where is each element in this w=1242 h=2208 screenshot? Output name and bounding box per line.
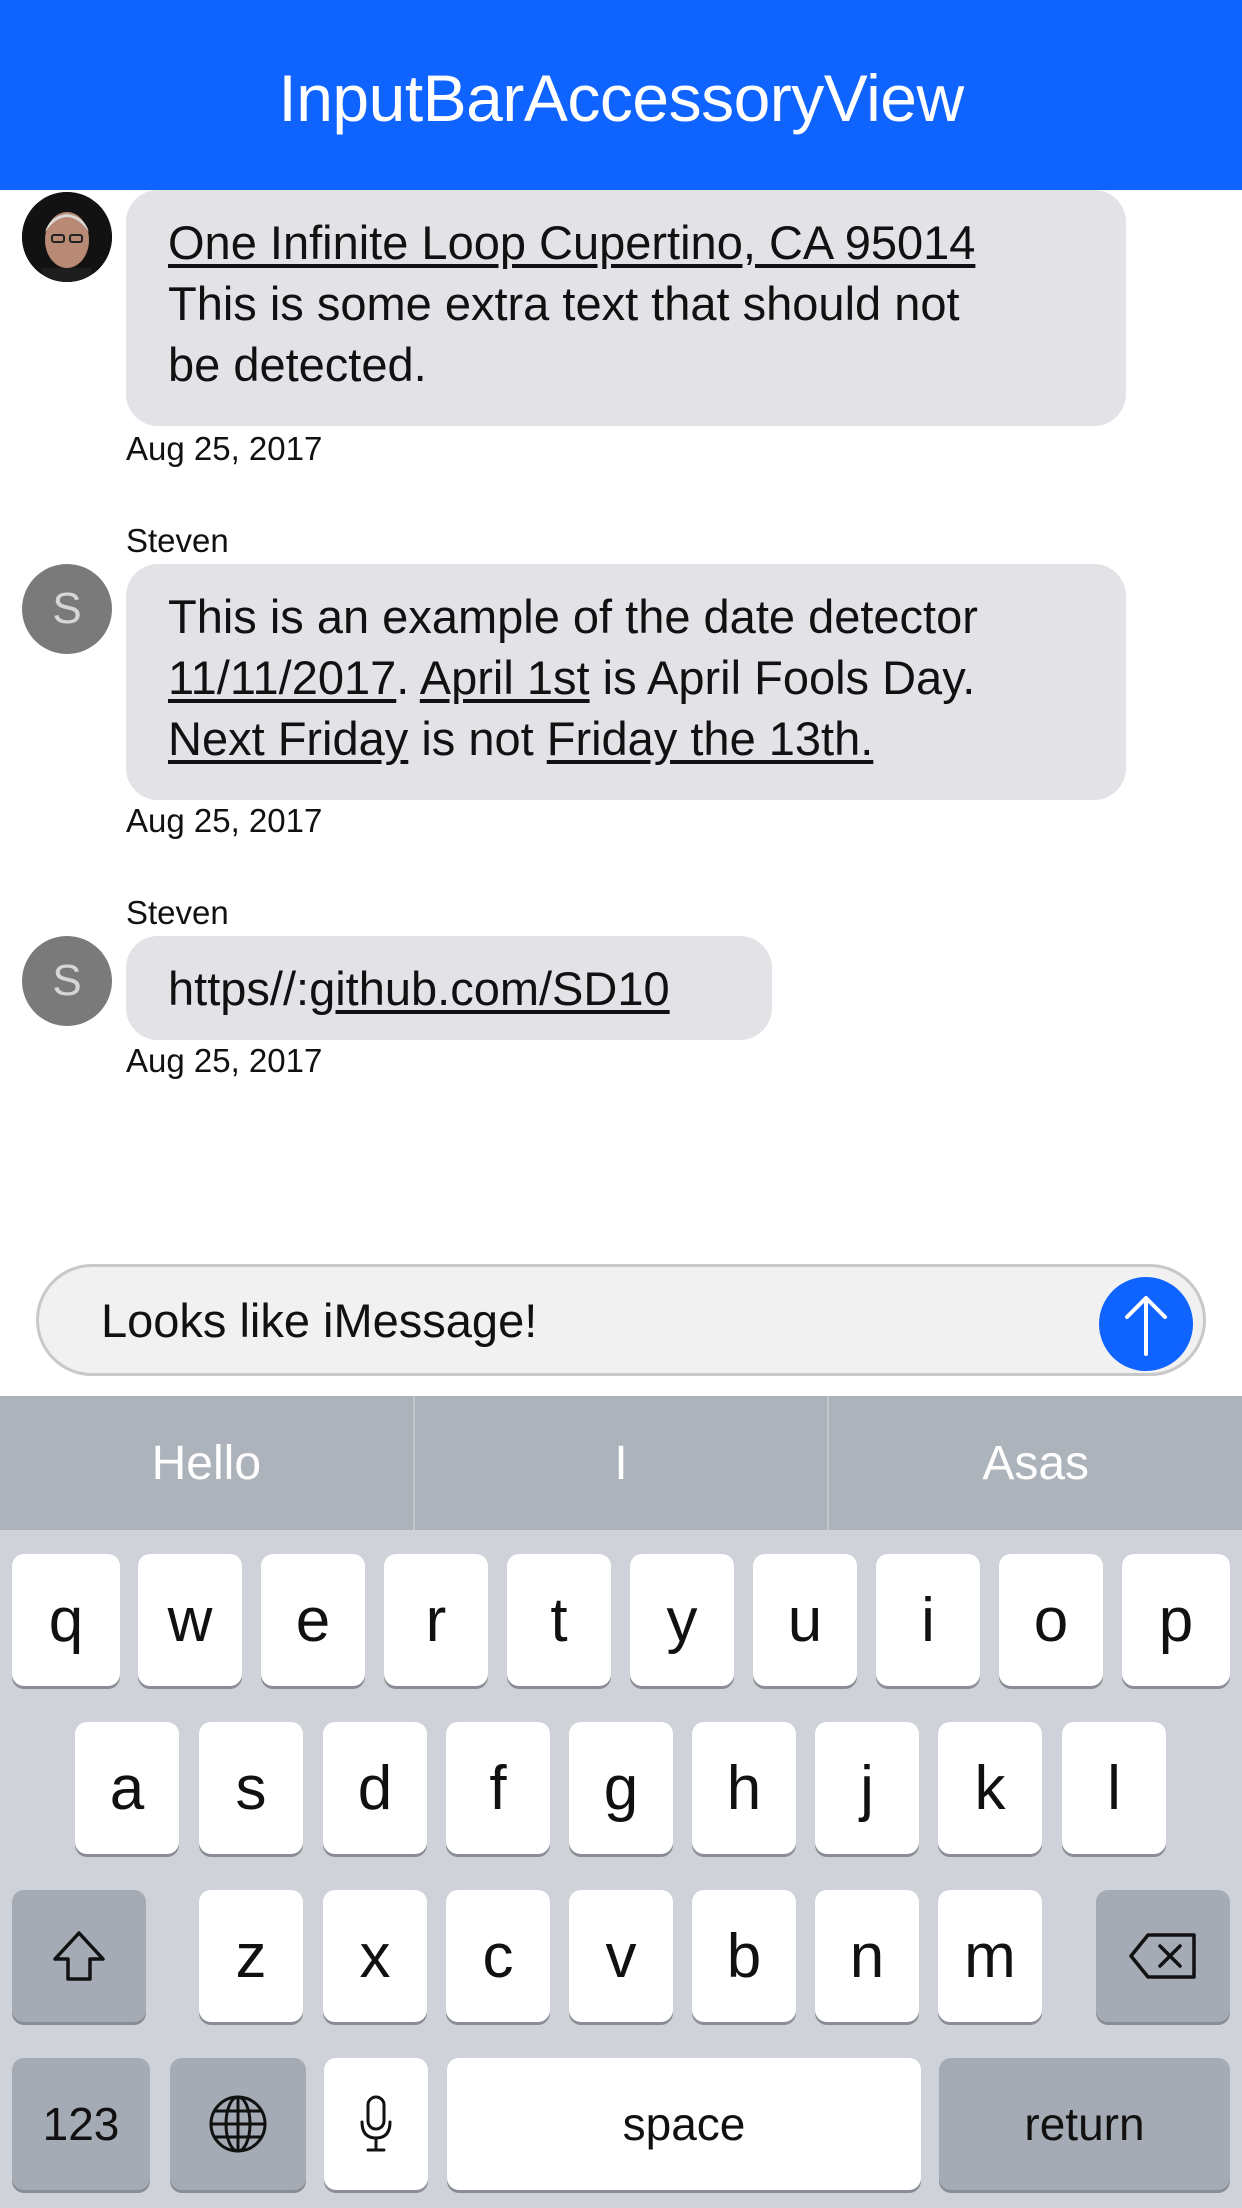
key[interactable]: o bbox=[999, 1554, 1103, 1686]
send-button[interactable] bbox=[1099, 1277, 1193, 1371]
text-span: is not bbox=[408, 712, 547, 765]
key[interactable]: f bbox=[446, 1722, 550, 1854]
date-link[interactable]: 11/11/2017 bbox=[168, 651, 396, 704]
key[interactable]: g bbox=[569, 1722, 673, 1854]
sender-name: Steven bbox=[126, 894, 229, 931]
url-link[interactable]: github.com/SD10 bbox=[309, 962, 670, 1015]
message-line: 11/11/2017. April 1st is April Fools Day… bbox=[168, 647, 1084, 708]
avatar[interactable]: S bbox=[22, 936, 112, 1026]
message-line: One Infinite Loop Cupertino, CA 95014 bbox=[168, 212, 1084, 273]
globe-icon bbox=[209, 2095, 267, 2153]
key[interactable]: u bbox=[753, 1554, 857, 1686]
message-bubble[interactable]: One Infinite Loop Cupertino, CA 95014 Th… bbox=[126, 190, 1126, 426]
text-span: https//: bbox=[168, 962, 310, 1015]
message-line: Next Friday is not Friday the 13th. bbox=[168, 708, 1084, 769]
message-line: This is some extra text that should not bbox=[168, 277, 960, 330]
navigation-bar: InputBarAccessoryView bbox=[0, 0, 1242, 190]
date-link[interactable]: Friday the 13th. bbox=[547, 712, 874, 765]
key[interactable]: k bbox=[938, 1722, 1042, 1854]
key[interactable]: s bbox=[199, 1722, 303, 1854]
avatar[interactable] bbox=[22, 192, 112, 282]
key[interactable]: j bbox=[815, 1722, 919, 1854]
key[interactable]: v bbox=[569, 1890, 673, 2022]
message-date: Aug 25, 2017 bbox=[126, 1042, 323, 1079]
key[interactable]: w bbox=[138, 1554, 242, 1686]
key[interactable]: p bbox=[1122, 1554, 1230, 1686]
key[interactable]: r bbox=[384, 1554, 488, 1686]
key[interactable]: b bbox=[692, 1890, 796, 2022]
key[interactable]: m bbox=[938, 1890, 1042, 2022]
key[interactable]: q bbox=[12, 1554, 120, 1686]
key[interactable]: t bbox=[507, 1554, 611, 1686]
shift-icon bbox=[53, 1931, 105, 1981]
suggestion-item[interactable]: Hello bbox=[0, 1396, 415, 1530]
suggestion-item[interactable]: Asas bbox=[829, 1396, 1242, 1530]
avatar-photo-icon bbox=[22, 192, 112, 282]
key[interactable]: z bbox=[199, 1890, 303, 2022]
space-key[interactable]: space bbox=[447, 2058, 921, 2190]
key[interactable]: l bbox=[1062, 1722, 1166, 1854]
key[interactable]: n bbox=[815, 1890, 919, 2022]
message-bubble[interactable]: This is an example of the date detector … bbox=[126, 564, 1126, 800]
avatar-initial: S bbox=[52, 584, 82, 633]
delete-key[interactable] bbox=[1096, 1890, 1230, 2022]
suggestion-item[interactable]: I bbox=[415, 1396, 830, 1530]
message-line: This is an example of the date detector bbox=[168, 590, 978, 643]
message-line: be detected. bbox=[168, 338, 427, 391]
microphone-icon bbox=[360, 2095, 392, 2152]
numbers-key[interactable]: 123 bbox=[12, 2058, 150, 2190]
address-link[interactable]: One Infinite Loop Cupertino, CA 95014 bbox=[168, 216, 975, 269]
message-date: Aug 25, 2017 bbox=[126, 430, 323, 467]
key[interactable]: i bbox=[876, 1554, 980, 1686]
backspace-icon bbox=[1129, 1933, 1196, 1979]
nav-title: InputBarAccessoryView bbox=[278, 61, 964, 135]
date-link[interactable]: April 1st bbox=[420, 651, 590, 704]
shift-key[interactable] bbox=[12, 1890, 146, 2022]
key[interactable]: d bbox=[323, 1722, 427, 1854]
message-input[interactable]: Looks like iMessage! bbox=[101, 1293, 537, 1348]
avatar[interactable]: S bbox=[22, 564, 112, 654]
text-span: . bbox=[396, 651, 420, 704]
message-line: https//:github.com/SD10 bbox=[168, 958, 730, 1019]
key[interactable]: h bbox=[692, 1722, 796, 1854]
key[interactable]: c bbox=[446, 1890, 550, 2022]
avatar-initial: S bbox=[52, 956, 82, 1005]
input-bar[interactable]: Looks like iMessage! bbox=[36, 1264, 1206, 1376]
date-link[interactable]: Next Friday bbox=[168, 712, 408, 765]
message-date: Aug 25, 2017 bbox=[126, 802, 323, 839]
key[interactable]: y bbox=[630, 1554, 734, 1686]
return-key[interactable]: return bbox=[939, 2058, 1230, 2190]
keyboard: Hello I Asas q w e r t y u i o p a s d f… bbox=[0, 1396, 1242, 2208]
message-list[interactable]: One Infinite Loop Cupertino, CA 95014 Th… bbox=[0, 190, 1242, 1260]
key[interactable]: e bbox=[261, 1554, 365, 1686]
dictation-key[interactable] bbox=[324, 2058, 428, 2190]
key[interactable]: a bbox=[75, 1722, 179, 1854]
sender-name: Steven bbox=[126, 522, 229, 559]
text-span: is April Fools Day. bbox=[589, 651, 976, 704]
predictive-bar: Hello I Asas bbox=[0, 1396, 1242, 1530]
globe-key[interactable] bbox=[170, 2058, 306, 2190]
key[interactable]: x bbox=[323, 1890, 427, 2022]
arrow-up-icon bbox=[1125, 1296, 1167, 1356]
message-bubble[interactable]: https//:github.com/SD10 bbox=[126, 936, 772, 1040]
